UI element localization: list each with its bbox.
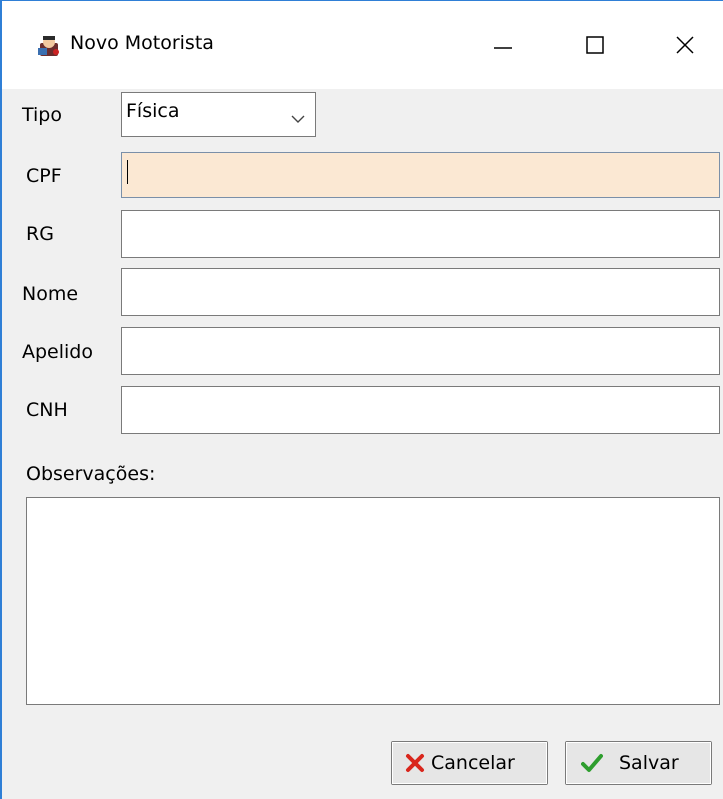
minimize-icon	[494, 47, 512, 49]
chevron-down-icon	[291, 109, 305, 128]
cnh-label: CNH	[26, 399, 68, 421]
maximize-button[interactable]	[573, 23, 617, 67]
save-button-label: Salvar	[619, 752, 679, 774]
apelido-label: Apelido	[22, 341, 93, 363]
tipo-select[interactable]: Física	[121, 92, 316, 137]
observacoes-label: Observações:	[26, 463, 156, 485]
cpf-field[interactable]	[121, 152, 720, 198]
checkmark-icon	[581, 753, 603, 773]
save-button[interactable]: Salvar	[565, 741, 712, 785]
observacoes-textarea[interactable]	[26, 497, 720, 705]
title-bar[interactable]: Novo Motorista	[2, 1, 723, 89]
window-title: Novo Motorista	[70, 32, 214, 54]
x-icon	[405, 753, 425, 773]
minimize-button[interactable]	[481, 23, 525, 67]
cancel-button-label: Cancelar	[431, 752, 515, 774]
tipo-selected-value: Física	[126, 100, 180, 122]
new-driver-window: Novo Motorista Tipo Física CPF RG Nome A…	[0, 0, 723, 799]
close-icon	[676, 36, 694, 54]
nome-label: Nome	[22, 283, 79, 305]
tipo-label: Tipo	[22, 104, 62, 126]
maximize-icon	[586, 36, 604, 54]
cnh-field[interactable]	[121, 386, 720, 434]
rg-field[interactable]	[121, 210, 720, 258]
text-caret	[127, 160, 128, 184]
driver-app-icon	[36, 33, 62, 59]
close-button[interactable]	[663, 23, 707, 67]
cpf-label: CPF	[26, 165, 62, 187]
apelido-field[interactable]	[121, 327, 720, 375]
nome-field[interactable]	[121, 268, 720, 316]
cancel-button[interactable]: Cancelar	[391, 741, 548, 785]
rg-label: RG	[26, 223, 54, 245]
